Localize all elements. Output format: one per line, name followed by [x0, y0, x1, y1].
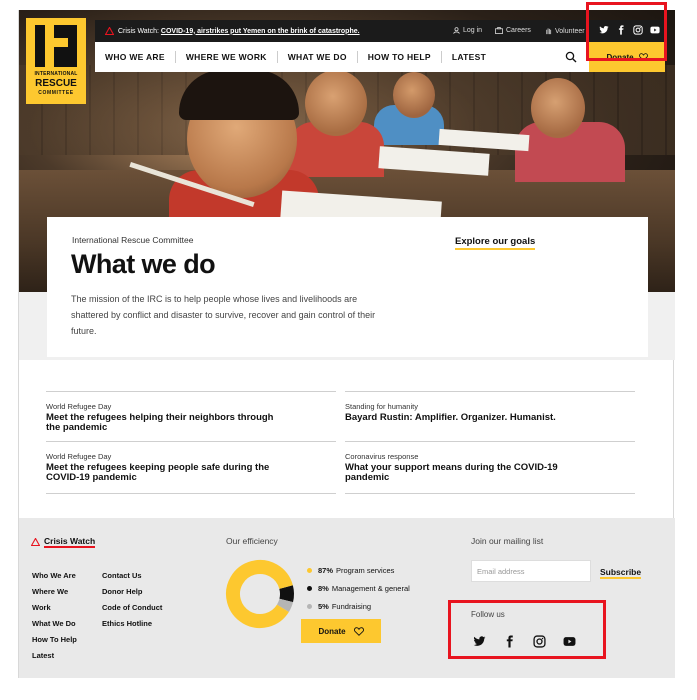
legend-dot — [307, 586, 312, 591]
news-headline[interactable]: What your support means during the COVID… — [345, 463, 575, 483]
alert-icon — [31, 538, 40, 546]
crisis-headline-link[interactable]: COVID-19, airstrikes put Yemen on the br… — [161, 28, 360, 35]
news-eyebrow: World Refugee Day — [46, 452, 112, 461]
login-link[interactable]: Log in — [453, 27, 482, 34]
mission-description: The mission of the IRC is to help people… — [71, 294, 376, 336]
efficiency-heading: Our efficiency — [226, 536, 278, 546]
news-headline[interactable]: Bayard Rustin: Amplifier. Organizer. Hum… — [345, 413, 575, 423]
intro-card: International Rescue Committee What we d… — [47, 217, 648, 357]
footer-link-what-we-do[interactable]: What We Do — [32, 616, 77, 632]
utility-bar: Crisis Watch: COVID-19, airstrikes put Y… — [95, 20, 665, 42]
footer-donate-button[interactable]: Donate — [301, 619, 381, 643]
footer-link-how-to-help[interactable]: How To Help — [32, 632, 77, 648]
subscribe-button[interactable]: Subscribe — [600, 567, 642, 579]
footer-link-ethics-hotline[interactable]: Ethics Hotline — [102, 616, 162, 632]
nav-who-we-are[interactable]: WHO WE ARE — [95, 51, 176, 63]
nav-how-to-help[interactable]: HOW TO HELP — [358, 51, 442, 63]
news-item[interactable]: Coronavirus response What your support m… — [345, 441, 635, 483]
news-headline[interactable]: Meet the refugees helping their neighbor… — [46, 413, 276, 433]
footer-link-donor-help[interactable]: Donor Help — [102, 584, 162, 600]
careers-link[interactable]: Careers — [495, 27, 531, 34]
news-eyebrow: Coronavirus response — [345, 452, 419, 461]
footer-links-primary: Who We Are Where We Work What We Do How … — [32, 568, 77, 664]
footer-link-where-we-work[interactable]: Where We Work — [32, 584, 76, 616]
legend-label: Management & general — [331, 584, 410, 593]
nav-latest[interactable]: LATEST — [442, 51, 496, 63]
highlight-box-footer-social — [448, 600, 606, 659]
legend-dot — [307, 568, 312, 573]
email-input[interactable]: Email address — [471, 560, 591, 582]
volunteer-link[interactable]: Volunteer — [545, 27, 585, 35]
footer-links-secondary: Contact Us Donor Help Code of Conduct Et… — [102, 568, 162, 632]
legend-item: 5% Fundraising — [307, 602, 410, 611]
logo-line-2: RESCUE — [35, 78, 77, 89]
page-title: What we do — [71, 249, 216, 279]
heart-icon — [353, 626, 364, 636]
donate-label: Donate — [318, 626, 346, 636]
legend-percent: 5% — [318, 602, 329, 611]
efficiency-donut-chart — [226, 560, 294, 628]
news-headline[interactable]: Meet the refugees keeping people safe du… — [46, 463, 276, 483]
search-icon[interactable] — [565, 51, 577, 63]
irc-logo[interactable]: INTERNATIONAL RESCUE COMMITTEE — [26, 18, 86, 104]
highlight-box-header-social — [586, 2, 667, 61]
legend-label: Fundraising — [331, 602, 372, 611]
news-eyebrow: World Refugee Day — [46, 402, 112, 411]
main-nav: WHO WE ARE WHERE WE WORK WHAT WE DO HOW … — [95, 42, 665, 72]
card-eyebrow: International Rescue Committee — [72, 235, 194, 245]
mailing-list-heading: Join our mailing list — [471, 536, 544, 546]
legend-item: 87% Program services — [307, 566, 410, 575]
news-eyebrow: Standing for humanity — [345, 402, 418, 411]
legend-item: 8% Management & general — [307, 584, 410, 593]
volunteer-label: Volunteer — [555, 27, 585, 35]
login-label: Log in — [463, 27, 483, 34]
logo-line-1: INTERNATIONAL — [34, 71, 78, 77]
crisis-prefix: Crisis Watch: — [118, 27, 159, 35]
news-item[interactable]: World Refugee Day Meet the refugees help… — [46, 391, 336, 433]
divider — [46, 493, 336, 494]
nav-what-we-do[interactable]: WHAT WE DO — [278, 51, 358, 63]
legend-percent: 8% — [318, 584, 329, 593]
user-icon — [453, 27, 460, 34]
alert-icon — [105, 27, 114, 35]
careers-label: Careers — [506, 27, 531, 34]
crisis-watch-banner[interactable]: Crisis Watch: COVID-19, airstrikes put Y… — [118, 28, 360, 35]
footer-link-contact-us[interactable]: Contact Us — [102, 568, 162, 584]
briefcase-icon — [495, 27, 503, 34]
legend-percent: 87% — [318, 566, 334, 575]
nav-where-we-work[interactable]: WHERE WE WORK — [176, 51, 278, 63]
legend-dot — [307, 604, 312, 609]
divider — [345, 493, 635, 494]
efficiency-legend: 87% Program services 8% Management & gen… — [307, 566, 410, 620]
footer-link-code-of-conduct[interactable]: Code of Conduct — [102, 600, 162, 616]
news-item[interactable]: World Refugee Day Meet the refugees keep… — [46, 441, 336, 483]
logo-line-3: COMMITTEE — [38, 90, 74, 96]
irc-logo-mark — [35, 25, 77, 67]
legend-label: Program services — [336, 566, 395, 575]
crisis-watch-label: Crisis Watch — [44, 536, 96, 548]
footer-link-latest[interactable]: Latest — [32, 648, 77, 664]
hand-icon — [546, 28, 552, 35]
footer-link-who-we-are[interactable]: Who We Are — [32, 568, 77, 584]
explore-goals-link[interactable]: Explore our goals — [455, 236, 536, 250]
page-frame: INTERNATIONAL RESCUE COMMITTEE Crisis Wa… — [18, 10, 675, 678]
news-item[interactable]: Standing for humanity Bayard Rustin: Amp… — [345, 391, 635, 423]
footer-crisis-watch-link[interactable]: Crisis Watch — [31, 536, 96, 548]
